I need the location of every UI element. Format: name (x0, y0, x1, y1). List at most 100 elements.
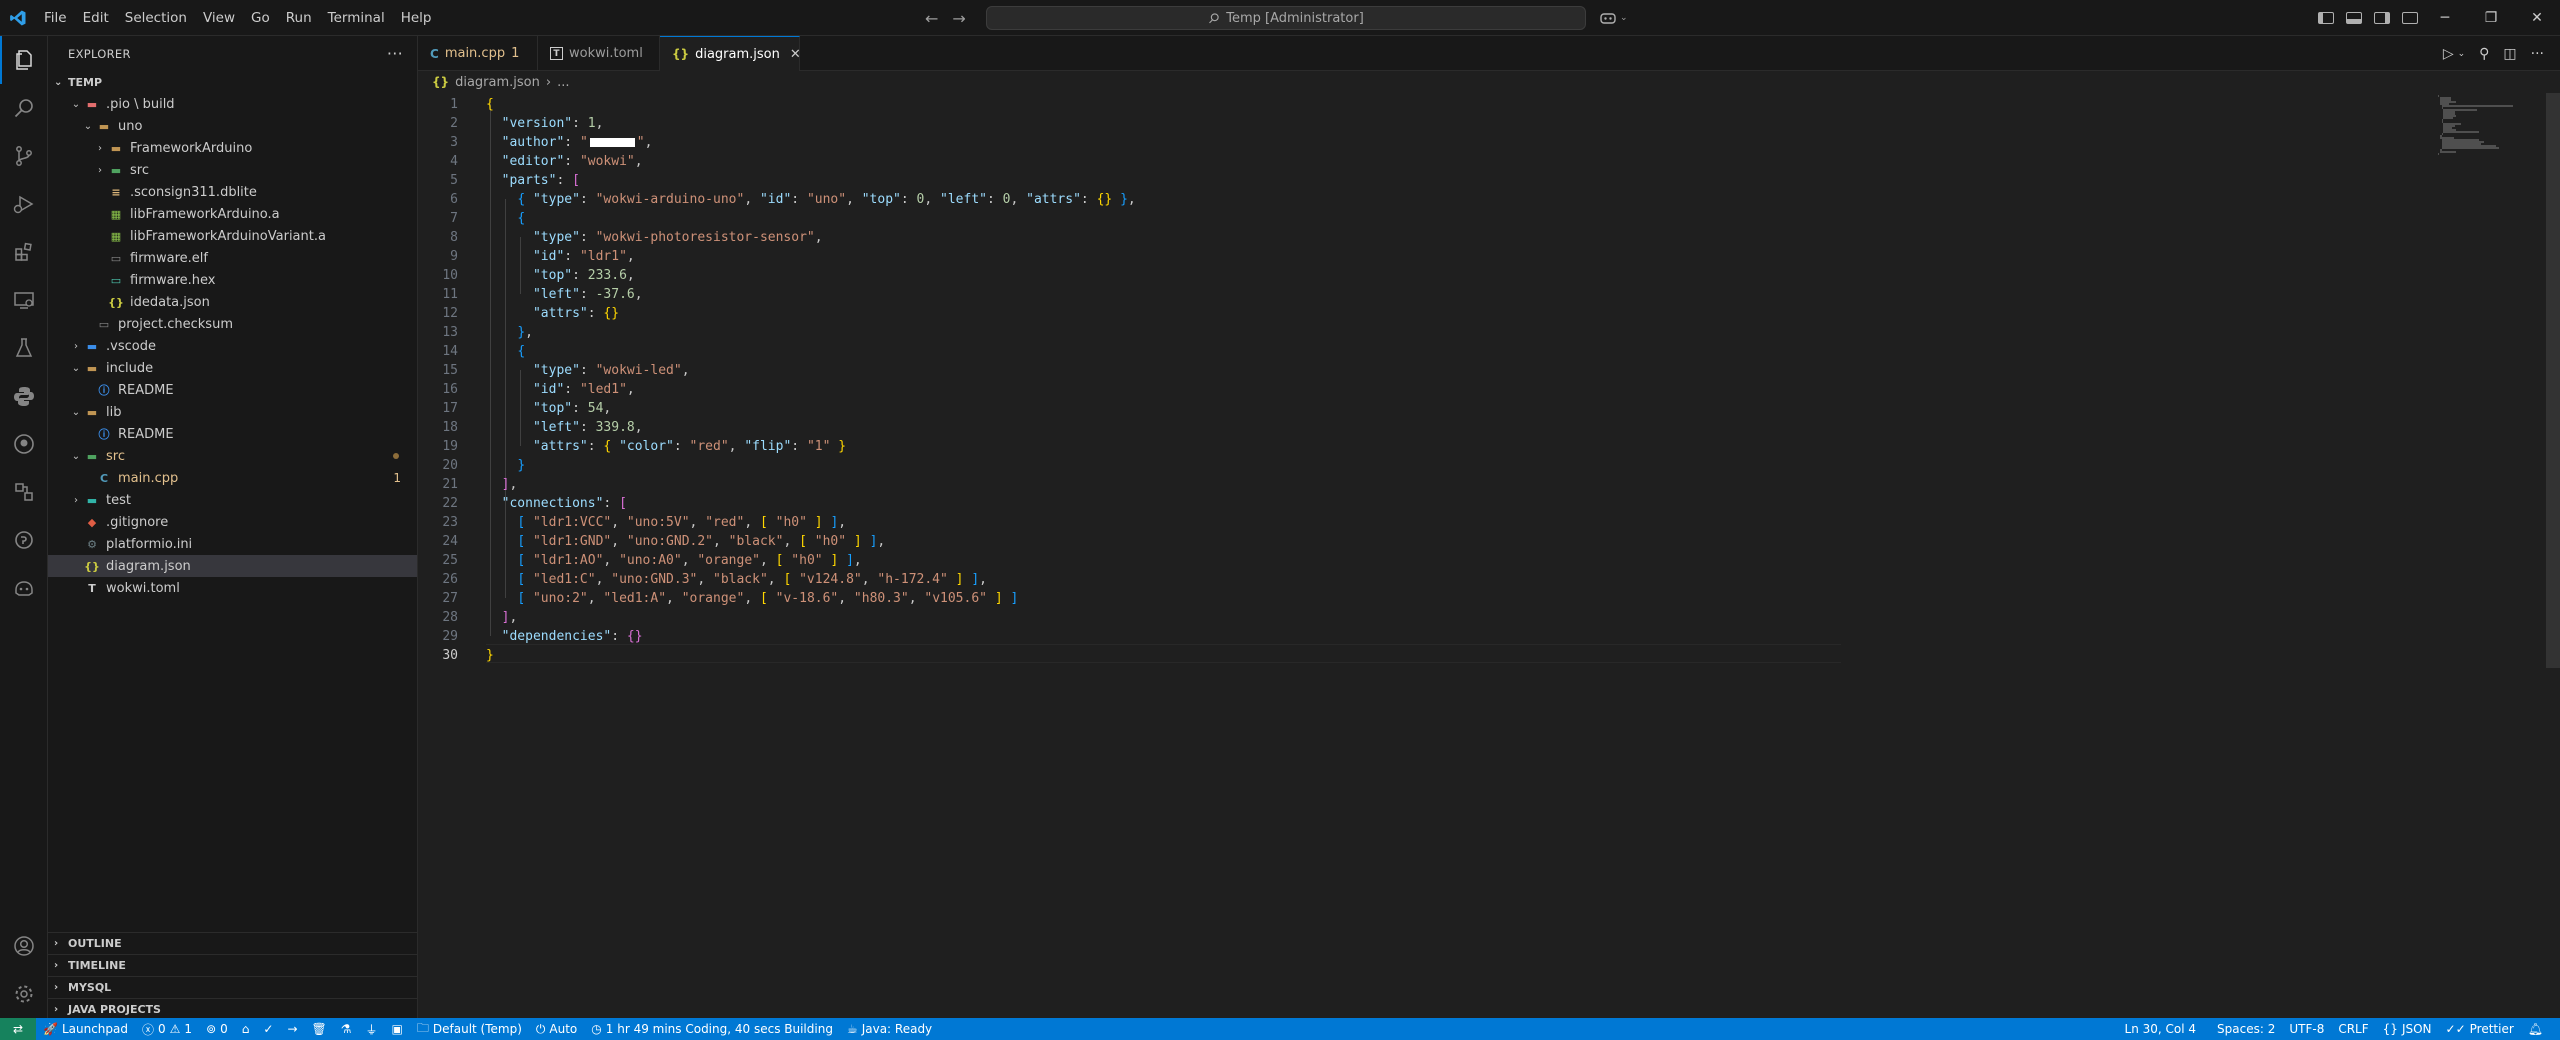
tree-item[interactable]: ⌄ ▬ lib (48, 401, 417, 423)
settings-gear-icon[interactable] (0, 970, 48, 1018)
pio-serial-monitor-icon[interactable]: ⏚ (359, 1018, 385, 1040)
tree-item[interactable]: ▭ firmware.elf (48, 247, 417, 269)
run-icon[interactable]: ▷ (2443, 46, 2454, 62)
copilot-menu[interactable]: ⌄ (1600, 0, 1628, 36)
menu-selection[interactable]: Selection (117, 0, 195, 36)
vertical-scrollbar[interactable] (2546, 93, 2560, 668)
section-timeline[interactable]: › TIMELINE (48, 954, 417, 976)
section-mysql[interactable]: › MYSQL (48, 976, 417, 998)
pin-icon[interactable]: ⚲ (2479, 46, 2489, 62)
tab-wokwi-toml[interactable]: T wokwi.toml (538, 36, 660, 71)
tree-item[interactable]: ⌄ ▬ src (48, 445, 417, 467)
chevron-down-icon: ⌄ (1620, 13, 1628, 23)
toggle-secondary-sidebar-icon[interactable] (2374, 12, 2390, 24)
account-icon[interactable] (0, 922, 48, 970)
remote-explorer-icon[interactable] (0, 276, 48, 324)
notifications-bell-icon[interactable]: 🔔︎ (2521, 1018, 2550, 1040)
tab-diagram-json[interactable]: {} diagram.json ✕ (660, 36, 801, 71)
encoding[interactable]: UTF-8 (2282, 1018, 2331, 1040)
customize-layout-icon[interactable] (2402, 12, 2418, 24)
forward-arrow-icon[interactable]: → (952, 9, 965, 28)
tree-item[interactable]: ▦ libFrameworkArduino.a (48, 203, 417, 225)
java-status-item[interactable]: ☕ Java: Ready (840, 1018, 939, 1040)
command-center[interactable]: Temp [Administrator] (986, 6, 1586, 30)
pio-env-item[interactable]: 🗀 Default (Temp) (410, 1018, 529, 1040)
pio-terminal-icon[interactable]: ▣ (385, 1018, 410, 1040)
pio-test-icon[interactable]: ⚗ (334, 1018, 359, 1040)
tree-item[interactable]: {} idedata.json (48, 291, 417, 313)
github-icon[interactable] (0, 420, 48, 468)
section-java-projects[interactable]: › JAVA PROJECTS (48, 998, 417, 1020)
line-number: 7 (450, 211, 458, 226)
tree-item[interactable]: › ▬ .vscode (48, 335, 417, 357)
tree-item[interactable]: › ▬ FrameworkArduino (48, 137, 417, 159)
tree-item[interactable]: ▭ project.checksum (48, 313, 417, 335)
menu-go[interactable]: Go (243, 0, 278, 36)
breadcrumb-more[interactable]: ... (557, 75, 569, 90)
tree-item[interactable]: Cmain.cpp 1 (48, 467, 417, 489)
problems-item[interactable]: ⓧ 0 ⚠ 1 (135, 1018, 199, 1040)
menu-view[interactable]: View (195, 0, 243, 36)
tree-item[interactable]: ⌄ ▬ include (48, 357, 417, 379)
pio-port-item[interactable]: ⏻ Auto (529, 1018, 584, 1040)
indentation[interactable]: Spaces: 2 (2203, 1018, 2282, 1040)
tree-item[interactable]: ⚙ platformio.ini (48, 533, 417, 555)
remote-indicator-icon[interactable]: ⇄ (0, 1018, 36, 1040)
code-editor[interactable]: 1 {2 "version": 1, 3 "author": " ", 4 "edito… (418, 93, 2560, 1018)
more-actions-icon[interactable]: ··· (2531, 46, 2544, 62)
tree-item[interactable]: Twokwi.toml (48, 577, 417, 599)
end-of-line[interactable]: CRLF (2331, 1018, 2375, 1040)
tree-item[interactable]: ⓘ README (48, 379, 417, 401)
pio-upload-icon[interactable]: → (280, 1018, 304, 1040)
pio-home-icon[interactable]: ⌂ (235, 1018, 257, 1040)
minimize-icon[interactable]: ─ (2422, 0, 2468, 36)
extensions-icon[interactable] (0, 228, 48, 276)
source-control-icon[interactable] (0, 132, 48, 180)
project-manager-icon[interactable] (0, 468, 48, 516)
ports-item[interactable]: ⊚ 0 (199, 1018, 235, 1040)
tree-item[interactable]: › ▬ src (48, 159, 417, 181)
back-arrow-icon[interactable]: ← (925, 9, 938, 28)
tree-item[interactable]: ⓘ README (48, 423, 417, 445)
more-actions-icon[interactable]: ··· (387, 44, 403, 63)
close-icon[interactable]: ✕ (2514, 0, 2560, 36)
search-icon[interactable] (0, 84, 48, 132)
toggle-primary-sidebar-icon[interactable] (2318, 12, 2334, 24)
wakatime-item[interactable]: ◷ 1 hr 49 mins Coding, 40 secs Building (584, 1018, 840, 1040)
cursor-position[interactable]: Ln 30, Col 4 (2118, 1018, 2204, 1040)
tree-item[interactable]: {} diagram.json (48, 555, 417, 577)
pio-clean-icon[interactable]: 🗑 (305, 1018, 334, 1040)
menu-terminal[interactable]: Terminal (320, 0, 393, 36)
toggle-panel-icon[interactable] (2346, 12, 2362, 24)
section-outline[interactable]: › OUTLINE (48, 932, 417, 954)
prettier-item[interactable]: ✓✓ Prettier (2439, 1018, 2521, 1040)
launchpad-item[interactable]: 🚀 Launchpad (36, 1018, 135, 1040)
explorer-icon[interactable] (0, 36, 48, 84)
platformio-icon[interactable] (0, 516, 48, 564)
pio-build-icon[interactable]: ✓ (256, 1018, 280, 1040)
tree-item[interactable]: › ▬ test (48, 489, 417, 511)
tree-item[interactable]: ⌄ ▬ uno (48, 115, 417, 137)
tree-item[interactable]: ▭ firmware.hex (48, 269, 417, 291)
copilot-chat-icon[interactable] (0, 564, 48, 612)
menu-edit[interactable]: Edit (75, 0, 117, 36)
tab-main-cpp[interactable]: C main.cpp 1 (418, 36, 538, 71)
python-icon[interactable] (0, 372, 48, 420)
language-mode[interactable]: {} JSON (2376, 1018, 2439, 1040)
tree-item[interactable]: ◆ .gitignore (48, 511, 417, 533)
close-tab-icon[interactable]: ✕ (790, 47, 801, 62)
breadcrumb-file[interactable]: diagram.json (455, 75, 540, 90)
tree-item[interactable]: ⌄ ▬ .pio \ build (48, 93, 417, 115)
menu-run[interactable]: Run (278, 0, 320, 36)
tree-item[interactable]: ≡ .sconsign311.dblite (48, 181, 417, 203)
run-debug-icon[interactable] (0, 180, 48, 228)
menu-file[interactable]: File (36, 0, 75, 36)
tree-item[interactable]: ▦ libFrameworkArduinoVariant.a (48, 225, 417, 247)
minimap[interactable] (2438, 93, 2548, 155)
testing-flask-icon[interactable] (0, 324, 48, 372)
workspace-header[interactable]: ⌄ TEMP (48, 71, 417, 93)
menu-help[interactable]: Help (393, 0, 440, 36)
split-editor-icon[interactable]: ◫ (2503, 46, 2516, 62)
chevron-down-icon[interactable]: ⌄ (2458, 49, 2466, 59)
restore-icon[interactable]: ❐ (2468, 0, 2514, 36)
